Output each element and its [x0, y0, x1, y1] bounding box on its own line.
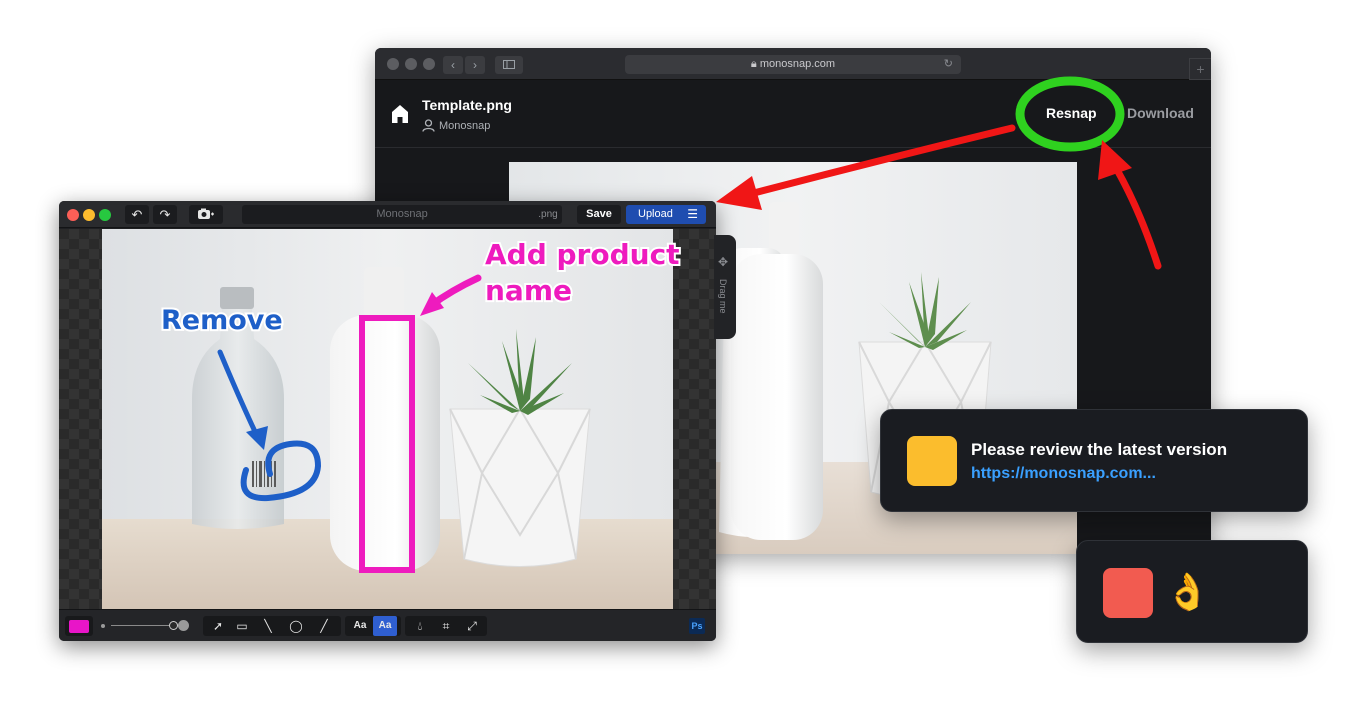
upload-label: Upload — [638, 208, 673, 220]
user-icon — [422, 119, 435, 132]
notification-avatar — [1103, 568, 1153, 618]
redo-icon[interactable]: ↷ — [153, 205, 177, 224]
drag-label: Drag me — [718, 279, 728, 314]
thickness-slider[interactable] — [111, 625, 169, 626]
slider-handle[interactable] — [169, 621, 178, 630]
home-icon[interactable] — [391, 104, 409, 124]
extension-select[interactable]: .png — [530, 205, 566, 224]
notification-message: Please review the latest version — [971, 440, 1228, 459]
url-text: monosnap.com — [759, 58, 836, 70]
pen-tool-icon[interactable]: ╱ — [313, 616, 335, 636]
ok-hand-emoji: 👌 — [1165, 571, 1210, 612]
back-icon[interactable]: ‹ — [443, 56, 463, 74]
download-button[interactable]: Download — [1127, 105, 1194, 121]
editor-titlebar: ↶ ↷ Monosnap .png Save Upload ☰ — [59, 201, 716, 228]
text-outline-tool[interactable]: Aa — [373, 616, 397, 636]
reload-icon[interactable]: ↻ — [944, 55, 953, 74]
resnap-button[interactable]: Resnap — [1046, 105, 1097, 121]
reaction-notification[interactable]: 👌 — [1076, 540, 1308, 643]
rectangle-tool-icon[interactable]: ▭ — [231, 616, 253, 636]
file-owner[interactable]: Monosnap — [422, 119, 490, 132]
move-icon: ✥ — [718, 255, 729, 269]
line-tool-icon[interactable]: ╲ — [257, 616, 279, 636]
browser-toolbar: ‹ › 🔒︎ monosnap.com ↻ + — [375, 48, 1211, 80]
camera-icon[interactable] — [189, 205, 223, 224]
lock-icon: 🔒︎ — [750, 58, 757, 70]
thickness-max-icon — [178, 620, 189, 631]
crop-icon[interactable]: ⌗ — [435, 616, 457, 636]
sidebar-icon[interactable] — [495, 56, 523, 74]
url-bar[interactable]: 🔒︎ monosnap.com ↻ — [625, 55, 961, 74]
notification-link[interactable]: https://monosnap.com... — [971, 465, 1156, 483]
editor-toolbar: ➚ ▭ ╲ ◯ ╱ Aa Aa 💧︎ ⌗ ⤢ Ps — [59, 609, 716, 641]
owner-name: Monosnap — [439, 120, 491, 132]
save-button[interactable]: Save — [577, 205, 621, 224]
drag-handle[interactable]: ✥ Drag me — [714, 235, 736, 339]
zoom-dot[interactable] — [423, 58, 435, 70]
close-dot[interactable] — [67, 209, 79, 221]
close-dot[interactable] — [387, 58, 399, 70]
arrow-tool-icon[interactable]: ➚ — [207, 616, 229, 636]
resize-icon[interactable]: ⤢ — [461, 616, 483, 636]
new-tab-button[interactable]: + — [1189, 58, 1211, 80]
menu-icon[interactable]: ☰ — [687, 205, 698, 224]
thickness-min-icon — [101, 624, 105, 628]
canvas-image[interactable] — [102, 229, 673, 609]
photoshop-button[interactable]: Ps — [689, 618, 705, 634]
review-notification[interactable]: Please review the latest version https:/… — [880, 409, 1308, 512]
upload-button[interactable]: Upload ☰ — [626, 205, 706, 224]
text-tool[interactable]: Aa — [349, 616, 371, 636]
color-swatch[interactable] — [69, 620, 89, 633]
file-title: Template.png — [422, 97, 512, 113]
editor-window: ↶ ↷ Monosnap .png Save Upload ☰ ➚ ▭ ╲ ◯ … — [59, 201, 716, 641]
forward-icon[interactable]: › — [465, 56, 485, 74]
minimize-dot[interactable] — [405, 58, 417, 70]
filename-input[interactable]: Monosnap — [242, 205, 562, 224]
blur-drop-icon[interactable]: 💧︎ — [409, 616, 431, 636]
undo-icon[interactable]: ↶ — [125, 205, 149, 224]
notification-avatar — [907, 436, 957, 486]
zoom-dot[interactable] — [99, 209, 111, 221]
minimize-dot[interactable] — [83, 209, 95, 221]
ellipse-tool-icon[interactable]: ◯ — [285, 616, 307, 636]
